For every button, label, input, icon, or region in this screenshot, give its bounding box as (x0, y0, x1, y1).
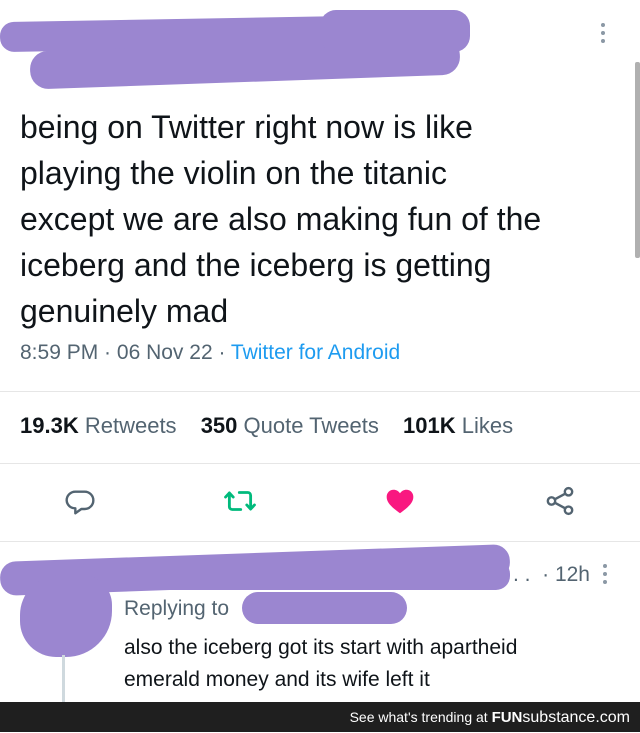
redacted-reply-author-handle (80, 560, 510, 590)
reply-meta: . . · 12h (513, 563, 590, 587)
thread-line (62, 655, 65, 703)
reply-truncated-name: . . (512, 563, 531, 586)
reply-button[interactable] (62, 483, 98, 519)
meta-separator: · (98, 341, 117, 364)
funsubstance-footer[interactable]: See what's trending at FUNsubstance.com (0, 702, 640, 732)
footer-prefix: See what's trending at (349, 709, 492, 725)
footer-brand-substance: substance (522, 709, 596, 726)
likes-label: Likes (461, 413, 514, 438)
heart-filled-icon (386, 489, 414, 514)
like-button[interactable] (382, 483, 418, 519)
quote-tweets-stat[interactable]: 350 Quote Tweets (201, 413, 379, 438)
divider (0, 541, 640, 542)
retweets-stat[interactable]: 19.3K Retweets (20, 413, 177, 438)
quotes-count: 350 (200, 413, 238, 438)
redacted-author-handle-tail (320, 10, 470, 52)
likes-count: 101K (403, 413, 456, 438)
reply-time-ago: · 12h (542, 563, 590, 586)
reply-text: also the iceberg got its start with apar… (124, 636, 518, 691)
redacted-reply-avatar (20, 575, 112, 657)
vertical-dots-icon (601, 23, 605, 43)
tweet-meta: 8:59 PM · 06 Nov 22 · Twitter for Androi… (20, 341, 400, 365)
redacted-replying-to-handle (242, 592, 407, 624)
retweet-button[interactable] (222, 483, 258, 519)
share-icon (546, 486, 574, 516)
divider (0, 463, 640, 464)
vertical-dots-icon (603, 564, 607, 584)
scrollbar[interactable] (635, 62, 640, 258)
more-options-icon[interactable] (598, 22, 608, 48)
reply-bubble-icon (65, 490, 95, 515)
tweet-stats: 19.3K Retweets 350 Quote Tweets 101K Lik… (20, 413, 513, 439)
share-button[interactable] (542, 483, 578, 519)
tweet-source-link[interactable]: Twitter for Android (231, 341, 400, 364)
retweets-label: Retweets (84, 413, 177, 438)
replying-to-label: Replying to (124, 597, 230, 620)
retweets-count: 19.3K (20, 413, 79, 438)
reply-more-options[interactable] (602, 563, 610, 589)
likes-stat[interactable]: 101K Likes (403, 413, 513, 438)
quotes-label: Quote Tweets (243, 413, 379, 438)
footer-brand-domain: .com (595, 709, 630, 726)
tweet-time: 8:59 PM (20, 341, 99, 364)
tweet-text: being on Twitter right now is like playi… (20, 109, 542, 329)
tweet-date: 06 Nov 22 (116, 341, 213, 364)
footer-brand-fun: FUN (491, 709, 523, 726)
retweet-icon (224, 491, 256, 511)
meta-separator: · (212, 341, 231, 364)
divider (0, 391, 640, 392)
